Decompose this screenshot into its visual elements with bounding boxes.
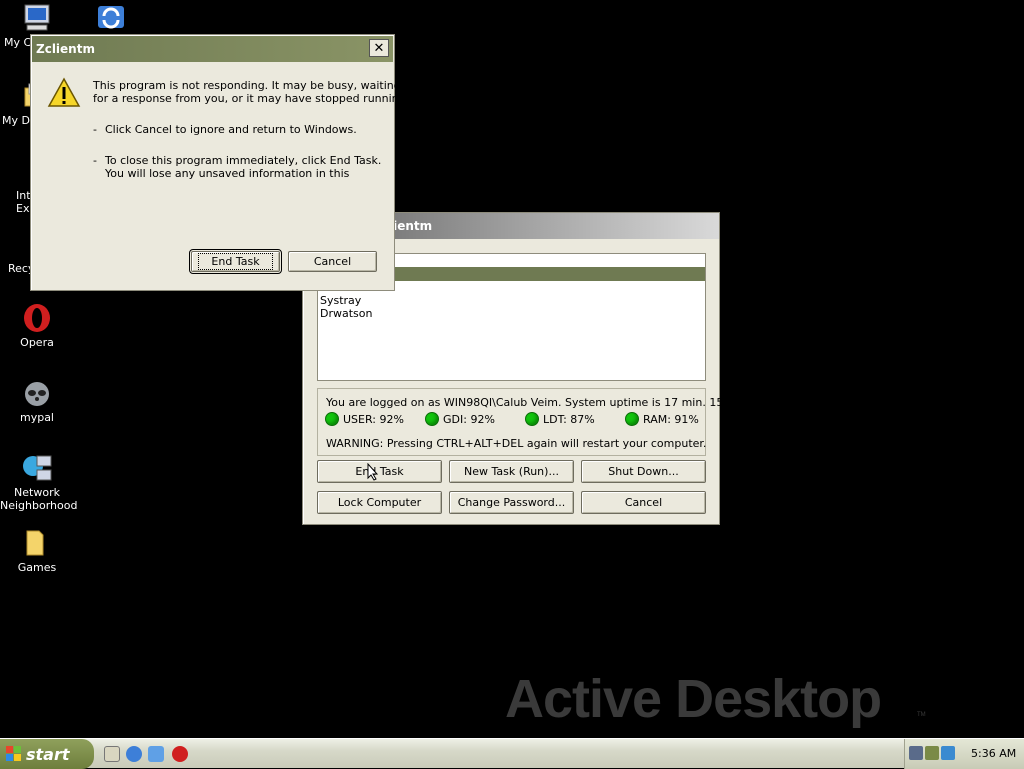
task-manager-title: lientm: [389, 219, 433, 233]
dialog-bullet2-line2: You will lose any unsaved information in…: [105, 167, 350, 180]
opera-quicklaunch-icon[interactable]: [172, 746, 188, 762]
desktop-icon-label: mypal: [19, 411, 54, 424]
bullet-dash: -: [93, 154, 97, 167]
desktop-icon-network-neighborhood[interactable]: Network Neighborhood: [0, 452, 78, 512]
tray-network-icon[interactable]: [909, 746, 923, 760]
status-ok-icon: [525, 412, 539, 426]
stat-label: RAM: 91%: [643, 412, 699, 426]
outlook-express-icon[interactable]: [148, 746, 164, 762]
mypal-raccoon-icon: [21, 377, 53, 409]
stat-user: USER: 92%: [325, 412, 404, 426]
active-desktop-watermark: Active Desktop: [505, 669, 882, 729]
folder-icon: [21, 527, 53, 559]
desktop-icon-label: Network: [14, 486, 60, 499]
stat-gdi: GDI: 92%: [425, 412, 495, 426]
tray-settings-icon[interactable]: [925, 746, 939, 760]
stat-ram: RAM: 91%: [625, 412, 699, 426]
status-ok-icon: [625, 412, 639, 426]
dialog-message-line2: for a response from you, or it may have …: [93, 92, 410, 105]
warning-text: WARNING: Pressing CTRL+ALT+DEL again wil…: [326, 437, 707, 450]
start-label: start: [26, 744, 70, 764]
dialog-title: Zclientm: [36, 42, 95, 56]
bullet-dash: -: [93, 123, 97, 136]
close-icon: ✕: [373, 40, 385, 56]
dialog-bullet1-text: Click Cancel to ignore and return to Win…: [105, 123, 357, 136]
not-responding-dialog: Zclientm ✕ This program is not respondin…: [30, 34, 409, 291]
dialog-message-line1: This program is not responding. It may b…: [93, 79, 401, 92]
desktop-icon-opera[interactable]: Opera: [0, 302, 74, 349]
desktop-icon-label: Games: [17, 561, 57, 574]
change-password-button[interactable]: Change Password...: [449, 491, 574, 514]
show-desktop-icon[interactable]: [104, 746, 120, 762]
status-ok-icon: [325, 412, 339, 426]
start-button[interactable]: start: [0, 739, 94, 769]
network-sync-icon: [95, 2, 127, 34]
process-row[interactable]: Systray: [320, 294, 361, 307]
stat-ldt: LDT: 87%: [525, 412, 595, 426]
dialog-titlebar[interactable]: Zclientm ✕: [32, 36, 393, 62]
internet-explorer-quicklaunch-icon[interactable]: [126, 746, 142, 762]
dialog-end-task-label: End Task: [198, 253, 273, 270]
warning-icon: [47, 77, 81, 112]
watermark-trademark: TM: [917, 712, 926, 718]
cancel-button[interactable]: Cancel: [581, 491, 706, 514]
shut-down-button[interactable]: Shut Down...: [581, 460, 706, 483]
mouse-cursor-icon: [367, 462, 379, 484]
opera-icon: [21, 302, 53, 334]
stat-label: GDI: 92%: [443, 412, 495, 426]
lock-computer-button[interactable]: Lock Computer: [317, 491, 442, 514]
dialog-bullet2-line1: To close this program immediately, click…: [105, 154, 382, 167]
network-neighborhood-icon: [21, 452, 53, 484]
status-ok-icon: [425, 412, 439, 426]
tray-display-icon[interactable]: [941, 746, 955, 760]
desktop-icon-label-line2: Neighborhood: [0, 499, 78, 512]
stat-label: LDT: 87%: [543, 412, 595, 426]
clock[interactable]: 5:36 AM: [971, 747, 1016, 760]
desktop-icon-sync[interactable]: [74, 2, 148, 36]
end-task-button[interactable]: End Task: [317, 460, 442, 483]
desktop-icon-mypal[interactable]: mypal: [0, 377, 74, 424]
desktop-icon-games[interactable]: Games: [0, 527, 74, 574]
taskbar: start 5:36 AM: [0, 738, 1024, 769]
stat-label: USER: 92%: [343, 412, 404, 426]
logon-status-text: You are logged on as WIN98QI\Calub Veim.…: [326, 396, 749, 409]
desktop-icon-label: Opera: [20, 336, 54, 349]
windows-logo-icon: [6, 746, 22, 762]
close-button[interactable]: ✕: [369, 39, 389, 57]
new-task-button[interactable]: New Task (Run)...: [449, 460, 574, 483]
dialog-cancel-button[interactable]: Cancel: [288, 251, 377, 272]
computer-icon: [21, 2, 53, 34]
process-row[interactable]: Drwatson: [320, 307, 372, 320]
dialog-end-task-button[interactable]: End Task: [189, 249, 282, 274]
system-tray: 5:36 AM: [904, 739, 1024, 769]
